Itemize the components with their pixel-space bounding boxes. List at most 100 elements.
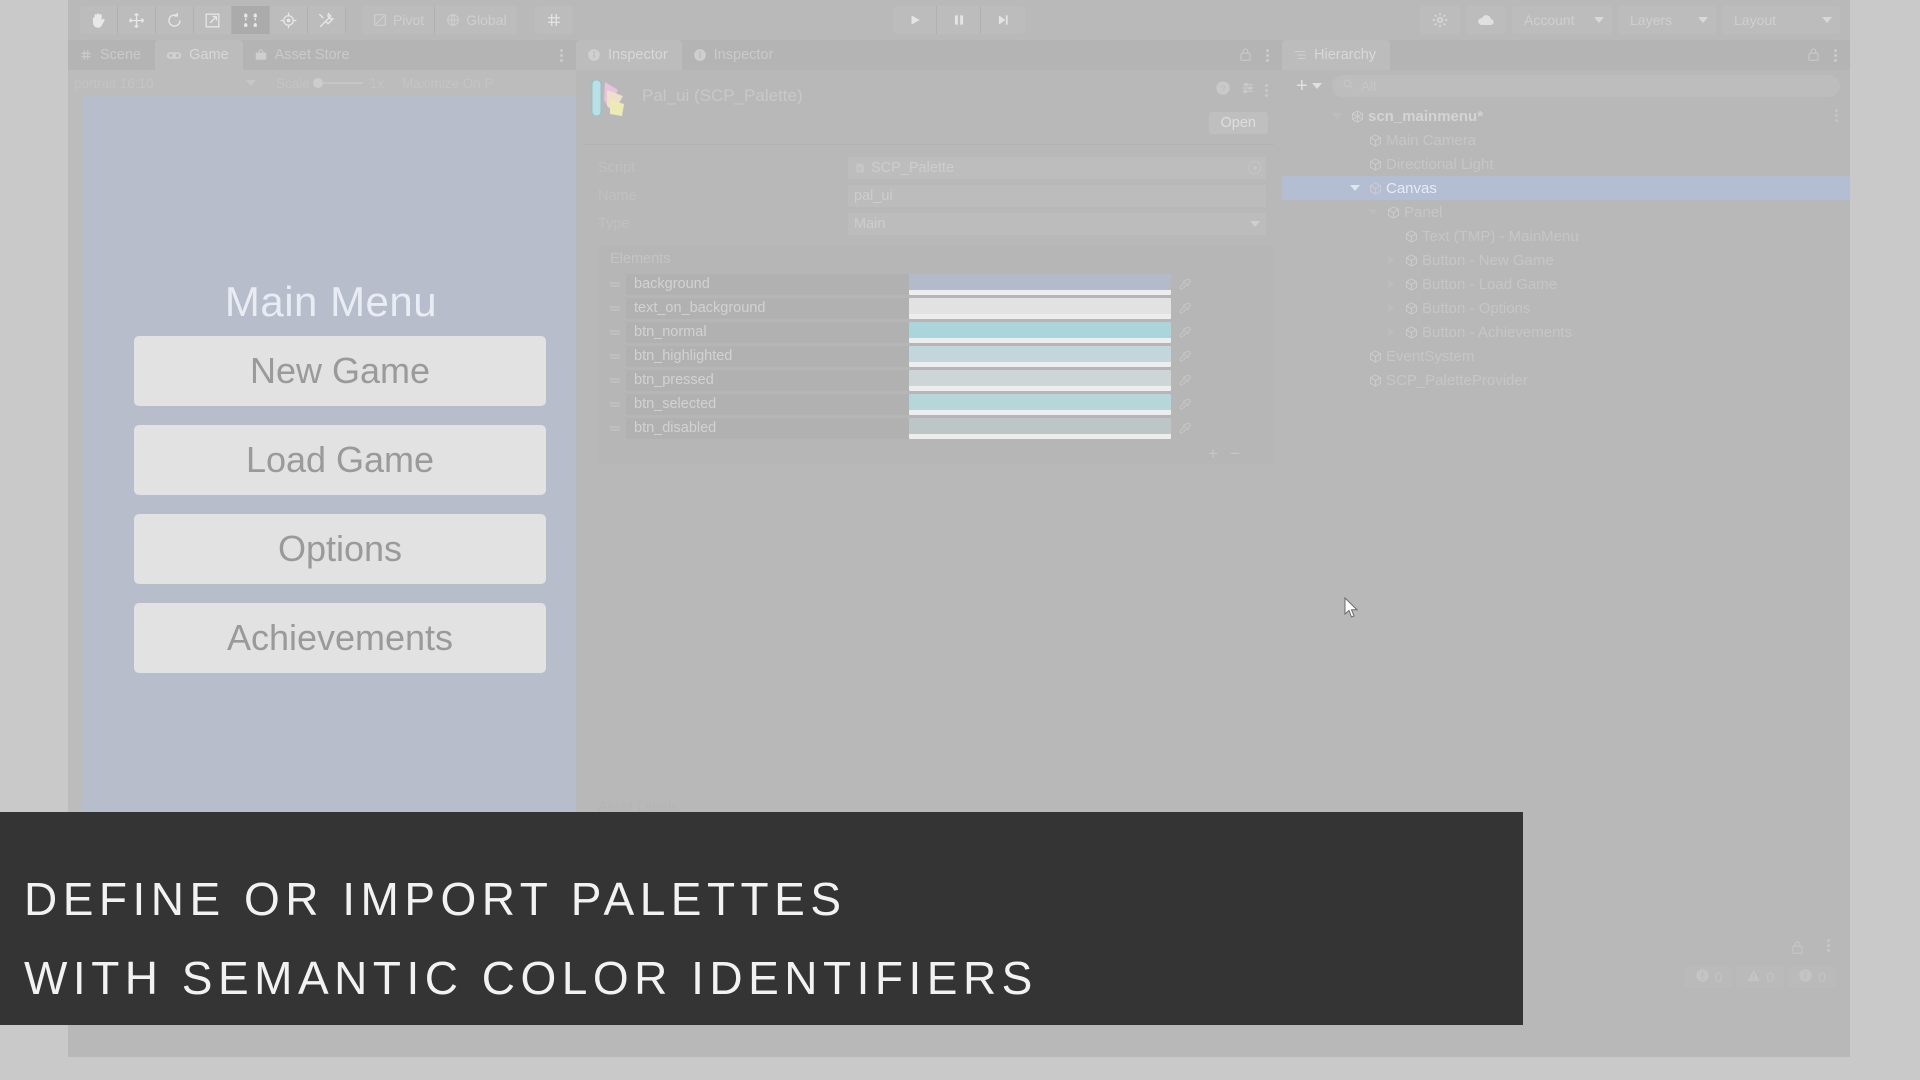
tree-item-button-options[interactable]: Button - Options [1282, 296, 1850, 320]
tree-item-button-achievements[interactable]: Button - Achievements [1282, 320, 1850, 344]
scale-slider-knob[interactable] [312, 78, 323, 88]
element-key-text-on-background[interactable]: text_on_background [626, 297, 909, 319]
eyedropper-icon[interactable] [1171, 326, 1197, 339]
tab-scene[interactable]: Scene [68, 40, 155, 70]
element-row-btn-selected[interactable]: btn_selected [598, 392, 1274, 416]
object-picker-icon[interactable] [1248, 161, 1261, 174]
layout-dropdown[interactable]: Layout [1722, 6, 1840, 34]
drag-handle-icon[interactable] [604, 400, 626, 408]
wrench-icon[interactable] [308, 6, 346, 34]
settings-icon[interactable] [1420, 6, 1460, 34]
preset-icon[interactable] [1240, 80, 1256, 101]
scale-slider[interactable]: Scale 1x [264, 76, 384, 91]
twisty-right-icon[interactable] [1382, 303, 1400, 313]
maximize-on-play-toggle[interactable]: Maximize On P [384, 76, 494, 91]
element-key-btn-pressed[interactable]: btn_pressed [626, 369, 909, 391]
element-row-btn-disabled[interactable]: btn_disabled [598, 416, 1274, 440]
tab-asset-store[interactable]: Asset Store [243, 40, 364, 70]
tree-item-canvas[interactable]: Canvas [1282, 176, 1850, 200]
step-icon[interactable] [981, 6, 1025, 34]
global-toggle[interactable]: Global [435, 6, 517, 34]
tree-item-scn-mainmenu[interactable]: scn_mainmenu* [1282, 104, 1850, 128]
game-button-load-game[interactable]: Load Game [134, 425, 546, 495]
drag-handle-icon[interactable] [604, 304, 626, 312]
scale-icon[interactable] [194, 6, 232, 34]
grid-icon[interactable] [534, 6, 573, 34]
element-key-btn-selected[interactable]: btn_selected [626, 393, 909, 415]
rect-transform-icon[interactable] [232, 6, 270, 34]
tree-item-directional-light[interactable]: Directional Light [1282, 152, 1850, 176]
game-button-options[interactable]: Options [134, 514, 546, 584]
play-icon[interactable] [893, 6, 937, 34]
move-icon[interactable] [118, 6, 156, 34]
element-row-btn-normal[interactable]: btn_normal [598, 320, 1274, 344]
twisty-down-icon[interactable] [1364, 209, 1382, 215]
drag-handle-icon[interactable] [604, 376, 626, 384]
warning-counter[interactable]: 0 [1736, 966, 1785, 988]
tree-item-scp-paletteprovider[interactable]: SCP_PaletteProvider [1282, 368, 1850, 392]
property-field-script[interactable]: SCP_Palette [848, 157, 1266, 179]
lock-icon[interactable] [1791, 940, 1804, 960]
element-row-background[interactable]: background [598, 272, 1274, 296]
lock-icon[interactable] [1239, 47, 1252, 67]
game-panel-kebab-icon[interactable] [554, 46, 568, 64]
eyedropper-icon[interactable] [1171, 278, 1197, 291]
drag-handle-icon[interactable] [604, 424, 626, 432]
element-row-text-on-background[interactable]: text_on_background [598, 296, 1274, 320]
hierarchy-search-input[interactable]: All [1331, 75, 1840, 97]
element-key-background[interactable]: background [626, 273, 909, 295]
element-color-swatch-btn-disabled[interactable] [909, 417, 1171, 439]
property-field-type[interactable]: Main [848, 213, 1266, 235]
tab-game[interactable]: Game [155, 40, 243, 70]
eyedropper-icon[interactable] [1171, 302, 1197, 315]
transform-icon[interactable] [270, 6, 308, 34]
project-console-kebab-icon[interactable] [1827, 939, 1830, 952]
drag-handle-icon[interactable] [604, 280, 626, 288]
element-key-btn-disabled[interactable]: btn_disabled [626, 417, 909, 439]
twisty-right-icon[interactable] [1382, 279, 1400, 289]
info-counter[interactable]: 0 [1788, 966, 1836, 988]
drag-handle-icon[interactable] [604, 352, 626, 360]
element-color-swatch-btn-highlighted[interactable] [909, 345, 1171, 367]
tree-item-main-camera[interactable]: Main Camera [1282, 128, 1850, 152]
open-button[interactable]: Open [1208, 112, 1268, 134]
add-gameobject-button[interactable]: + [1292, 76, 1326, 96]
tab-hierarchy[interactable]: Hierarchy [1282, 40, 1391, 70]
twisty-right-icon[interactable] [1382, 327, 1400, 337]
error-counter[interactable]: 0 [1684, 966, 1733, 988]
element-color-swatch-btn-pressed[interactable] [909, 369, 1171, 391]
element-row-btn-highlighted[interactable]: btn_highlighted [598, 344, 1274, 368]
tree-item-text-mainmenu[interactable]: Text (TMP) - MainMenu [1282, 224, 1850, 248]
pause-icon[interactable] [937, 6, 981, 34]
element-color-swatch-text-on-background[interactable] [909, 297, 1171, 319]
rotate-icon[interactable] [156, 6, 194, 34]
element-key-btn-normal[interactable]: btn_normal [626, 321, 909, 343]
aspect-ratio-dropdown[interactable]: portrait 16:10 [74, 76, 264, 91]
hierarchy-kebab-icon[interactable] [1828, 46, 1842, 64]
tab-inspector-1[interactable]: Inspector [576, 40, 682, 70]
cloud-icon[interactable] [1466, 6, 1506, 34]
twisty-right-icon[interactable] [1382, 255, 1400, 265]
drag-handle-icon[interactable] [604, 328, 626, 336]
tree-item-button-new-game[interactable]: Button - New Game [1282, 248, 1850, 272]
element-color-swatch-background[interactable] [909, 273, 1171, 295]
add-element-button[interactable]: + [1208, 445, 1218, 462]
scene-kebab-icon[interactable] [1835, 109, 1838, 122]
element-color-swatch-btn-selected[interactable] [909, 393, 1171, 415]
twisty-down-icon[interactable] [1346, 185, 1364, 191]
tree-item-panel[interactable]: Panel [1282, 200, 1850, 224]
tab-inspector-2[interactable]: Inspector [682, 40, 788, 70]
eyedropper-icon[interactable] [1171, 398, 1197, 411]
element-key-btn-highlighted[interactable]: btn_highlighted [626, 345, 909, 367]
eyedropper-icon[interactable] [1171, 422, 1197, 435]
layers-dropdown[interactable]: Layers [1618, 6, 1716, 34]
scale-slider-track[interactable] [312, 78, 363, 88]
inspector-asset-kebab-icon[interactable] [1265, 84, 1268, 97]
pivot-toggle[interactable]: Pivot [362, 6, 436, 34]
inspector-kebab-icon[interactable] [1260, 46, 1274, 64]
account-dropdown[interactable]: Account [1512, 6, 1612, 34]
property-field-name[interactable]: pal_ui [848, 185, 1266, 207]
game-button-new-game[interactable]: New Game [134, 336, 546, 406]
game-button-achievements[interactable]: Achievements [134, 603, 546, 673]
element-color-swatch-btn-normal[interactable] [909, 321, 1171, 343]
